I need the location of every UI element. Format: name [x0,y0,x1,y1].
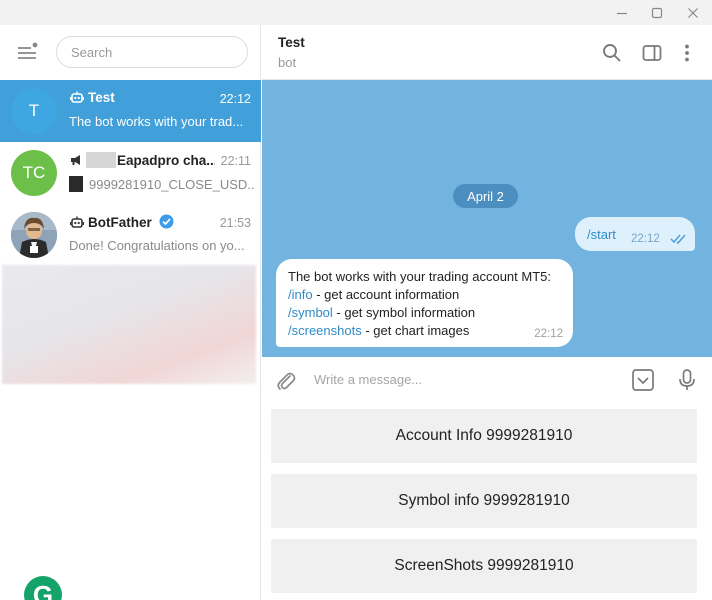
message-input[interactable]: Write a message... [314,372,422,387]
chat-header-subtitle: bot [278,55,297,70]
message-composer: Write a message... [262,357,712,403]
avatar: T [11,88,57,134]
chat-list-sidebar: Search T Test 22:12 The bot works with y… [0,25,261,600]
keyboard-button-screenshots[interactable]: ScreenShots 9999281910 [271,539,697,593]
read-checkmarks-icon [670,234,686,244]
chat-preview: 9999281910_CLOSE_USD... [69,176,254,192]
voice-message-button[interactable] [675,368,699,392]
chat-time: 22:12 [219,92,251,106]
message-time: 22:12 [534,328,563,340]
sidebar-panel-icon [642,45,662,61]
maximize-button[interactable] [639,0,675,25]
chat-header-title: Test [278,35,305,50]
chat-list-item-botfather[interactable]: BotFather 21:53 Done! Congratulations on… [0,204,261,266]
command-description: - get account information [312,287,460,302]
avatar-initials: T [28,101,40,120]
minimize-icon [617,12,627,14]
chat-list-item-test[interactable]: T Test 22:12 The bot works with your tra… [0,80,261,142]
search-button[interactable] [601,42,623,64]
command-description: - get chart images [361,323,470,338]
chat-title-text: Eapadpro cha... [117,153,215,168]
chat-title: BotFather [70,214,174,230]
command-description: - get symbol information [332,305,476,320]
chat-preview-text: 9999281910_CLOSE_USD... [89,177,254,192]
search-input[interactable]: Search [56,36,248,68]
chat-preview: The bot works with your trad... [69,114,244,129]
bot-command-link-info[interactable]: /info [288,287,313,302]
incoming-message[interactable]: The bot works with your trading account … [276,259,573,347]
chat-title: Test [70,90,115,105]
bot-command-link-symbol[interactable]: /symbol [288,305,333,320]
bot-keyboard-toggle-button[interactable] [631,368,655,392]
close-window-button[interactable] [675,0,711,25]
chat-title-text: BotFather [88,215,152,230]
grammarly-icon[interactable]: G [24,576,62,600]
message-line-2: /info - get account information [288,287,459,302]
verified-badge-icon [159,214,174,229]
bot-icon [70,216,84,228]
message-text[interactable]: /start [587,227,616,242]
message-line-4: /screenshots - get chart images [288,323,469,338]
paperclip-icon [277,372,296,390]
search-placeholder: Search [71,44,113,60]
chat-time: 22:11 [220,154,251,168]
botfather-avatar-image [11,212,57,258]
blurred-chat-list-area [2,265,256,384]
attach-button[interactable] [274,369,298,393]
maximize-icon [651,7,663,18]
more-vertical-icon [685,44,689,62]
preview-thumbnail [69,176,83,192]
keyboard-button-account-info[interactable]: Account Info 9999281910 [271,409,697,463]
avatar-initials: TC [22,163,46,182]
channel-icon [71,155,80,165]
microphone-icon [679,369,695,390]
toggle-sidebar-button[interactable] [641,42,663,64]
message-line-1: The bot works with your trading account … [288,269,552,284]
chat-header[interactable]: Test bot [262,25,712,80]
grammarly-letter: G [32,579,54,600]
avatar [11,212,57,258]
chat-title-text: Test [88,90,115,105]
bot-command-link-screenshots[interactable]: /screenshots [288,323,362,338]
keyboard-chevron-icon [632,369,654,391]
date-separator: April 2 [453,184,518,208]
close-icon [688,7,698,18]
minimize-button[interactable] [604,0,640,25]
chat-time: 21:53 [219,216,251,230]
message-line-3: /symbol - get symbol information [288,305,475,320]
window-titlebar [0,0,712,25]
avatar: TC [11,150,57,196]
chat-title: Eapadpro cha... [70,152,215,168]
bot-icon [70,91,84,103]
message-history[interactable]: April 2 /start 22:12 The bot works with … [262,80,712,357]
outgoing-message[interactable]: /start 22:12 [575,217,695,251]
keyboard-button-symbol-info[interactable]: Symbol info 9999281910 [271,474,697,528]
chat-preview: Done! Congratulations on yo... [69,238,245,253]
message-time: 22:12 [631,233,660,245]
main-menu-button[interactable] [16,41,40,63]
search-icon [603,44,621,62]
redacted-name-block [86,152,116,168]
more-options-button[interactable] [676,42,698,64]
chat-pane: Test bot April 2 /start 22:12 The bot wo… [262,25,712,600]
chat-list-item-eapadpro[interactable]: TC Eapadpro cha... 22:11 9999281910_CLOS… [0,142,261,204]
hamburger-menu-icon [18,42,38,59]
